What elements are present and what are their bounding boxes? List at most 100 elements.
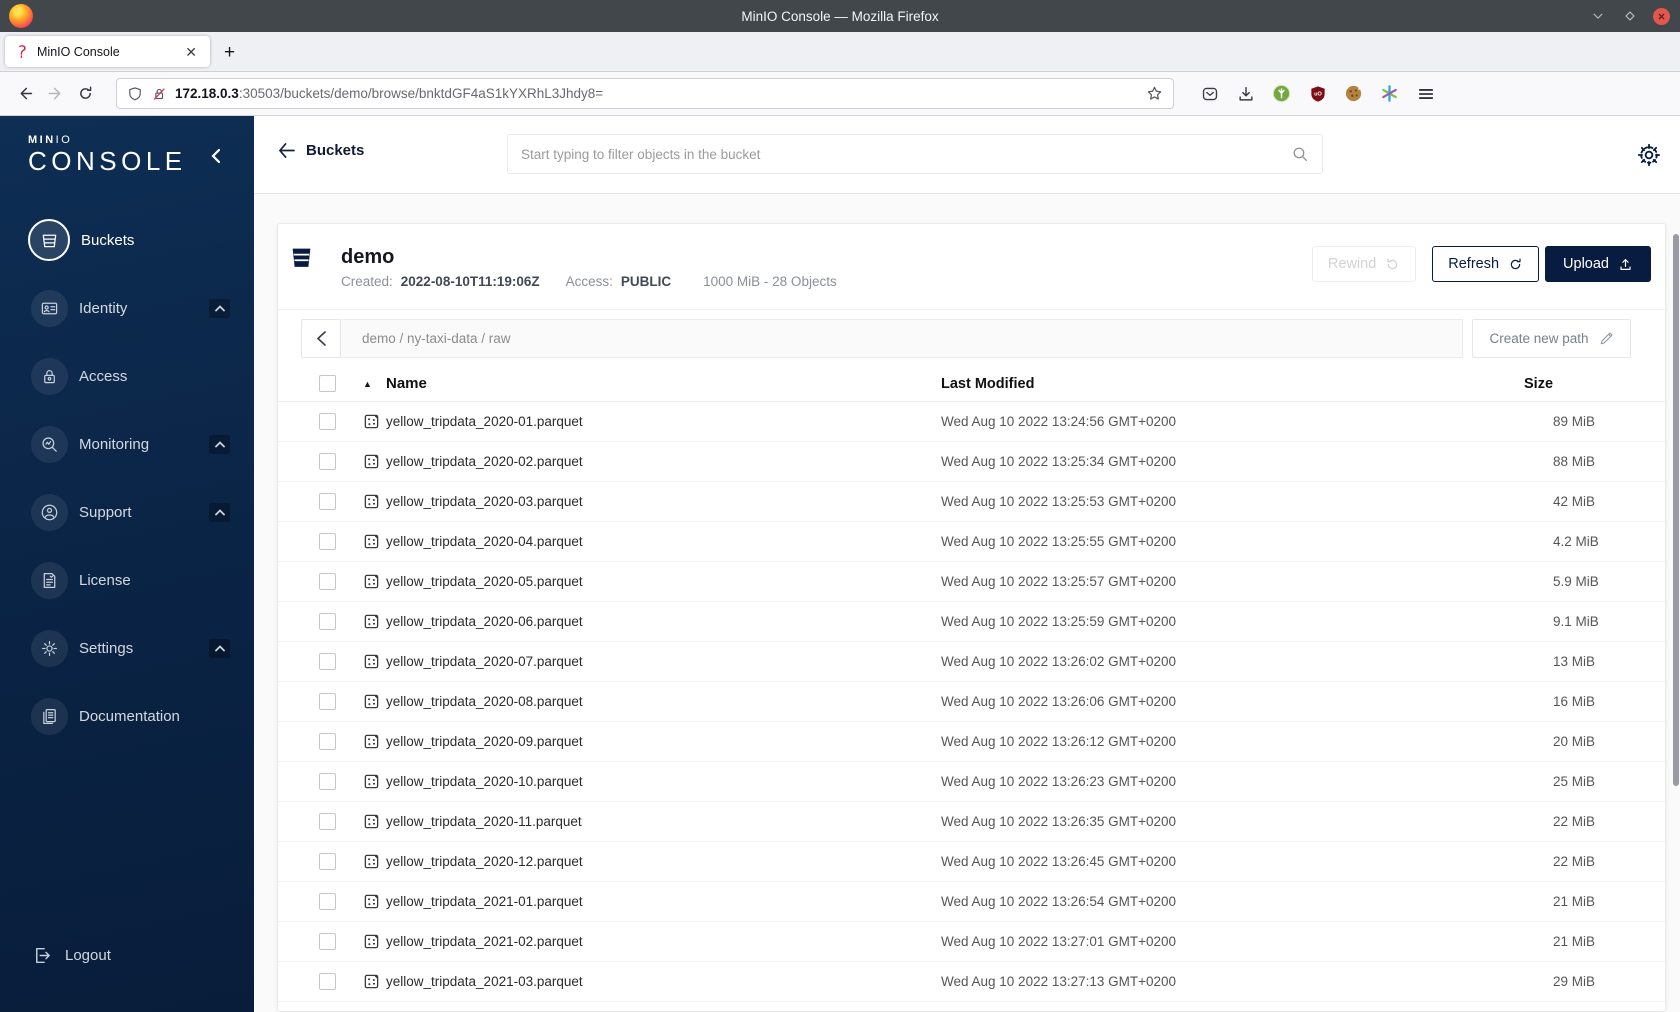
access-label: Access: <box>565 274 613 289</box>
search-input[interactable] <box>521 146 1292 162</box>
ublock-icon[interactable]: uO <box>1308 84 1327 103</box>
object-name: yellow_tripdata_2021-01.parquet <box>386 894 583 909</box>
download-icon[interactable] <box>1236 84 1255 103</box>
sidebar-nav: Buckets Identity Access Monitoring Suppo… <box>0 206 254 750</box>
bookmark-star-icon[interactable] <box>1146 85 1163 102</box>
sidebar-item-support[interactable]: Support <box>0 478 254 546</box>
row-checkbox[interactable] <box>319 493 336 510</box>
chevron-up-icon[interactable] <box>209 298 230 318</box>
object-size: 5.9 MiB <box>1553 574 1599 589</box>
window-title: MinIO Console — Mozilla Firefox <box>741 8 939 24</box>
sidebar-item-identity[interactable]: Identity <box>0 274 254 342</box>
chevron-up-icon[interactable] <box>209 638 230 658</box>
row-checkbox[interactable] <box>319 573 336 590</box>
table-row[interactable]: yellow_tripdata_2020-06.parquet Wed Aug … <box>278 602 1665 642</box>
sort-asc-icon[interactable]: ▲ <box>363 379 380 389</box>
url-text: 172.18.0.3:30503/buckets/demo/browse/bnk… <box>175 86 604 101</box>
table-row[interactable]: yellow_tripdata_2020-09.parquet Wed Aug … <box>278 722 1665 762</box>
reload-button[interactable] <box>70 79 100 109</box>
row-checkbox[interactable] <box>319 413 336 430</box>
maximize-icon[interactable] <box>1621 7 1639 25</box>
object-file-icon <box>363 613 380 630</box>
sidebar-item-settings[interactable]: Settings <box>0 614 254 682</box>
bucket-usage: 1000 MiB - 28 Objects <box>703 274 837 289</box>
sidebar-item-logout[interactable]: Logout <box>31 945 111 966</box>
sidebar-item-label: Identity <box>79 299 128 317</box>
table-row[interactable]: yellow_tripdata_2020-07.parquet Wed Aug … <box>278 642 1665 682</box>
table-row[interactable]: yellow_tripdata_2020-12.parquet Wed Aug … <box>278 842 1665 882</box>
page-scrollbar[interactable] <box>1673 234 1679 786</box>
row-checkbox[interactable] <box>319 853 336 870</box>
object-last-modified: Wed Aug 10 2022 13:26:35 GMT+0200 <box>941 814 1177 829</box>
close-tab-icon[interactable]: ✕ <box>181 43 201 61</box>
row-checkbox[interactable] <box>319 773 336 790</box>
table-row[interactable]: yellow_tripdata_2021-01.parquet Wed Aug … <box>278 882 1665 922</box>
sidebar-item-label: Settings <box>79 639 134 657</box>
search-icon <box>1293 147 1307 161</box>
cookie-icon[interactable] <box>1344 84 1363 103</box>
row-checkbox[interactable] <box>319 653 336 670</box>
object-filter-searchbox[interactable] <box>507 134 1323 174</box>
browse-back-button[interactable] <box>301 319 341 358</box>
table-row[interactable]: yellow_tripdata_2021-03.parquet Wed Aug … <box>278 962 1665 1002</box>
row-checkbox[interactable] <box>319 813 336 830</box>
pocket-icon[interactable] <box>1200 84 1219 103</box>
connection-not-secure-icon[interactable] <box>151 86 167 102</box>
row-checkbox[interactable] <box>319 693 336 710</box>
close-window-button[interactable] <box>1653 7 1670 25</box>
sidebar-collapse-button[interactable] <box>210 148 228 166</box>
chevron-up-icon[interactable] <box>209 502 230 522</box>
back-to-buckets-button[interactable]: Buckets <box>278 142 364 159</box>
table-row[interactable]: yellow_tripdata_2020-04.parquet Wed Aug … <box>278 522 1665 562</box>
create-new-path-button[interactable]: Create new path <box>1472 319 1631 358</box>
row-checkbox[interactable] <box>319 533 336 550</box>
table-row[interactable]: yellow_tripdata_2021-02.parquet Wed Aug … <box>278 922 1665 962</box>
sidebar-item-buckets[interactable]: Buckets <box>0 206 254 274</box>
multi-extension-asterisk-icon[interactable] <box>1380 84 1399 103</box>
row-checkbox[interactable] <box>319 453 336 470</box>
back-button[interactable] <box>10 79 40 109</box>
forward-button[interactable] <box>40 79 70 109</box>
row-checkbox[interactable] <box>319 613 336 630</box>
row-checkbox[interactable] <box>319 933 336 950</box>
created-label: Created: <box>341 274 393 289</box>
created-value: 2022-08-10T11:19:06Z <box>400 274 540 289</box>
breadcrumb[interactable]: demo / ny-taxi-data / raw <box>341 319 1463 358</box>
extension-green-icon[interactable] <box>1272 84 1291 103</box>
column-header-name[interactable]: Name <box>386 375 941 392</box>
new-tab-button[interactable]: + <box>224 43 235 62</box>
browser-tab[interactable]: MinIO Console ✕ <box>5 36 210 67</box>
object-file-icon <box>363 493 380 510</box>
object-last-modified: Wed Aug 10 2022 13:26:12 GMT+0200 <box>941 734 1177 749</box>
table-row[interactable]: yellow_tripdata_2020-10.parquet Wed Aug … <box>278 762 1665 802</box>
chevron-up-icon[interactable] <box>209 434 230 454</box>
table-row[interactable]: yellow_tripdata_2020-08.parquet Wed Aug … <box>278 682 1665 722</box>
url-bar[interactable]: 172.18.0.3:30503/buckets/demo/browse/bnk… <box>116 78 1174 109</box>
row-checkbox[interactable] <box>319 733 336 750</box>
sidebar-item-monitoring[interactable]: Monitoring <box>0 410 254 478</box>
row-checkbox[interactable] <box>319 893 336 910</box>
refresh-button[interactable]: Refresh <box>1432 246 1540 282</box>
row-checkbox[interactable] <box>319 973 336 990</box>
tracking-shield-icon[interactable] <box>127 86 143 102</box>
logout-label: Logout <box>65 947 111 964</box>
main-content: Buckets demo <box>254 116 1680 1012</box>
select-all-checkbox[interactable] <box>319 375 336 392</box>
sidebar-item-documentation[interactable]: Documentation <box>0 682 254 750</box>
settings-gear-button[interactable] <box>1636 142 1662 168</box>
sidebar-item-access[interactable]: Access <box>0 342 254 410</box>
sidebar-item-license[interactable]: License <box>0 546 254 614</box>
menu-icon[interactable] <box>1416 84 1435 103</box>
table-row[interactable]: yellow_tripdata_2020-02.parquet Wed Aug … <box>278 442 1665 482</box>
column-header-last-modified[interactable]: Last Modified <box>941 376 1524 392</box>
minimize-icon[interactable] <box>1589 7 1607 25</box>
table-row[interactable]: yellow_tripdata_2020-03.parquet Wed Aug … <box>278 482 1665 522</box>
table-row[interactable]: yellow_tripdata_2020-05.parquet Wed Aug … <box>278 562 1665 602</box>
object-last-modified: Wed Aug 10 2022 13:25:53 GMT+0200 <box>941 494 1177 509</box>
rewind-button[interactable]: Rewind <box>1311 246 1417 282</box>
table-row[interactable]: yellow_tripdata_2020-01.parquet Wed Aug … <box>278 402 1665 442</box>
upload-button[interactable]: Upload <box>1545 246 1651 282</box>
table-row[interactable]: yellow_tripdata_2020-11.parquet Wed Aug … <box>278 802 1665 842</box>
column-header-size[interactable]: Size <box>1524 376 1665 392</box>
object-last-modified: Wed Aug 10 2022 13:26:54 GMT+0200 <box>941 894 1177 909</box>
